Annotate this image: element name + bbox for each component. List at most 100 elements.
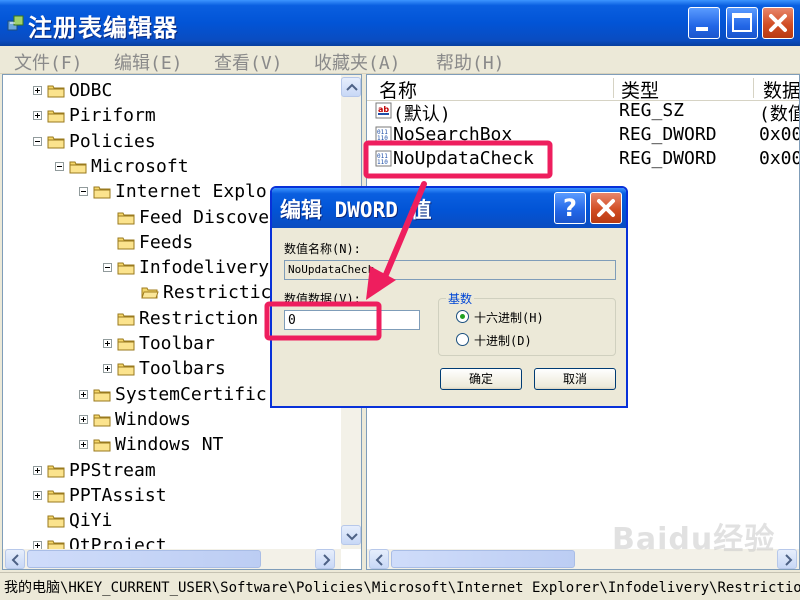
column-separator[interactable] [753, 78, 754, 98]
list-cell-name: NoSearchBox [393, 124, 513, 145]
dialog-help-button[interactable]: ? [554, 192, 586, 224]
chevron-right-icon [785, 554, 793, 566]
status-path: 我的电脑\HKEY_CURRENT_USER\Software\Policies… [4, 580, 800, 596]
folder-icon [47, 465, 65, 477]
list-scroll-left-button[interactable] [369, 549, 389, 569]
tree-item[interactable]: ODBC [3, 79, 341, 103]
decimal-radio-label[interactable]: 十进制(D) [474, 332, 532, 349]
menu-bar: 文件(F) 编辑(E) 查看(V) 收藏夹(A) 帮助(H) [0, 46, 800, 74]
expand-icon[interactable] [103, 364, 112, 374]
menu-view[interactable]: 查看(V) [214, 49, 283, 75]
tree-item[interactable]: QiYi [3, 509, 341, 533]
expand-icon[interactable] [79, 440, 88, 450]
column-data-header[interactable]: 数据 [763, 76, 799, 102]
dialog-title: 编辑 DWORD 值 [280, 198, 432, 222]
regedit-icon [7, 15, 24, 31]
menu-file[interactable]: 文件(F) [14, 49, 83, 75]
list-scroll-thumb[interactable] [391, 550, 575, 568]
list-scroll-right-button[interactable] [777, 549, 797, 569]
cancel-button[interactable]: 取消 [534, 368, 616, 390]
maximize-icon [732, 13, 752, 32]
list-row[interactable]: ab(默认)REG_SZ(数值 [367, 99, 799, 125]
tree-scroll-left-button[interactable] [5, 549, 25, 569]
folder-icon [117, 338, 135, 351]
expand-icon[interactable] [33, 86, 42, 95]
tree-item-label: Restriction [139, 307, 259, 329]
list-row[interactable]: 011 110 NoUpdataCheck REG_DWORD 0x00 [367, 147, 799, 171]
expand-icon[interactable] [33, 465, 42, 475]
list-cell-type: REG_SZ [619, 100, 685, 121]
ok-button[interactable]: 确定 [440, 368, 522, 390]
tree-item[interactable]: PPStream [3, 459, 341, 483]
minimize-button[interactable] [688, 7, 720, 39]
tree-item-label: Toolbar [139, 333, 215, 354]
tree-item[interactable]: Windows NT [3, 433, 341, 457]
maximize-button[interactable] [726, 7, 758, 39]
list-cell-data: 0x00 [759, 148, 800, 169]
tree-item[interactable]: Microsoft [3, 155, 341, 179]
column-type-header[interactable]: 类型 [621, 76, 659, 102]
list-row[interactable]: 011 110 NoSearchBox REG_DWORD 0x00 [367, 123, 799, 147]
tree-item-label: Windows [115, 408, 191, 430]
menu-help[interactable]: 帮助(H) [436, 49, 505, 75]
edit-dword-dialog: 编辑 DWORD 值 ? 数值名称(N): NoUpdataCheck 数值数据… [270, 186, 628, 408]
dword-value-icon: 011110 [375, 126, 392, 143]
tree-scroll-up-button[interactable] [341, 77, 361, 97]
folder-icon [117, 363, 135, 376]
collapse-icon[interactable] [55, 161, 64, 171]
menu-edit[interactable]: 编辑(E) [114, 49, 183, 75]
dialog-title-bar[interactable]: 编辑 DWORD 值 ? [272, 188, 626, 228]
column-separator[interactable] [613, 78, 614, 98]
tree-item[interactable]: Windows [3, 408, 341, 432]
folder-icon [47, 136, 65, 149]
close-button[interactable] [762, 7, 794, 39]
folder-icon [93, 186, 111, 199]
tree-scroll-down-button[interactable] [341, 525, 361, 545]
tree-scroll-thumb[interactable] [27, 550, 261, 568]
folder-icon [117, 212, 135, 224]
chevron-left-icon [375, 554, 383, 566]
folder-icon [47, 490, 65, 503]
status-bar: 我的电脑\HKEY_CURRENT_USER\Software\Policies… [0, 572, 800, 600]
value-name-field: NoUpdataCheck [284, 260, 616, 280]
tree-item[interactable]: PPTAssist [3, 484, 341, 508]
tree-item-label: SystemCertific [115, 383, 267, 405]
tree-item-label: QiYi [69, 510, 113, 532]
tree-item[interactable]: Policies [3, 130, 341, 154]
expand-icon[interactable] [33, 490, 42, 500]
dialog-close-button[interactable] [590, 192, 622, 224]
hex-radio-label[interactable]: 十六进制(H) [474, 309, 544, 326]
menu-favorites[interactable]: 收藏夹(A) [314, 49, 401, 75]
baidu-watermark: Baidu经验 [612, 522, 776, 557]
expand-icon[interactable] [33, 111, 42, 121]
hex-radio[interactable] [456, 310, 469, 323]
folder-icon [69, 161, 87, 174]
tree-scroll-right-button[interactable] [315, 549, 335, 569]
collapse-icon[interactable] [79, 187, 88, 197]
list-header: 名称 类型 数据 [367, 75, 799, 102]
collapse-icon[interactable] [103, 263, 112, 273]
title-bar[interactable]: 注册表编辑器 [0, 0, 800, 46]
help-icon: ? [563, 194, 577, 222]
list-cell-data: 0x00 [759, 124, 800, 145]
tree-horizontal-scrollbar[interactable] [3, 549, 341, 569]
close-icon [769, 14, 787, 32]
tree-item-label: Internet Explo [115, 181, 267, 203]
string-value-icon: ab [375, 102, 392, 119]
svg-text:110: 110 [377, 135, 388, 142]
svg-text:ab: ab [378, 105, 389, 114]
collapse-icon[interactable] [33, 136, 42, 146]
base-label: 基数 [446, 290, 475, 307]
expand-icon[interactable] [103, 339, 112, 348]
list-cell-name: NoUpdataCheck [393, 148, 534, 169]
expand-icon[interactable] [79, 414, 88, 424]
value-data-input[interactable] [284, 310, 420, 330]
dword-value-icon: 011110 [375, 150, 392, 167]
decimal-radio[interactable] [456, 333, 469, 346]
column-name-header[interactable]: 名称 [379, 76, 417, 102]
tree-item[interactable]: Piriform [3, 104, 341, 128]
expand-icon[interactable] [79, 389, 88, 399]
svg-text:110: 110 [377, 159, 388, 166]
window-title: 注册表编辑器 [28, 14, 178, 42]
tree-item-label: Feed Discove [139, 206, 270, 228]
